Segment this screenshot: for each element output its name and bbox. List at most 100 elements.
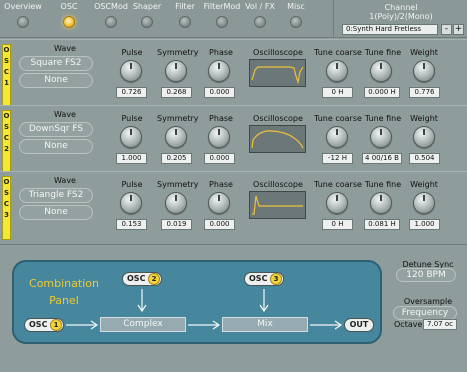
tune-coarse-value[interactable]: 0 H — [322, 87, 353, 98]
tune-fine-knob[interactable] — [370, 192, 392, 214]
pulse-knob[interactable] — [120, 192, 142, 214]
tune-coarse-value[interactable]: -12 H — [322, 153, 353, 164]
tune-coarse-knob[interactable] — [326, 60, 348, 82]
pulse-knob[interactable] — [120, 60, 142, 82]
wave-label: Wave — [54, 110, 76, 119]
wave-selector[interactable]: Triangle FS2 — [19, 188, 93, 203]
osc2-node[interactable]: OSC 2 — [122, 272, 162, 286]
combination-title-line2: Panel — [49, 294, 79, 307]
weight-knob[interactable] — [413, 192, 435, 214]
phase-knob[interactable] — [208, 192, 230, 214]
wave2-selector[interactable]: None — [19, 139, 93, 154]
phase-knob[interactable] — [208, 126, 230, 148]
osc2-panel: O S C 2 Wave DownSqr FS None Pulse 1.000… — [0, 105, 467, 179]
oscilloscope-label: Oscilloscope — [253, 48, 303, 57]
channel-title-line2: 1(Poly)/2(Mono) — [369, 12, 433, 21]
tab-led-active[interactable] — [63, 16, 75, 28]
weight-knob[interactable] — [413, 126, 435, 148]
osc1-tag: O S C 1 — [2, 44, 11, 108]
symmetry-value[interactable]: 0.205 — [161, 153, 192, 164]
osc-tag-char: O — [3, 112, 10, 120]
tab-label: Overview — [4, 2, 42, 11]
combination-title-line1: Combination — [29, 277, 99, 290]
symmetry-knob[interactable] — [165, 60, 187, 82]
wave2-selector[interactable]: None — [19, 205, 93, 220]
preset-minus-button[interactable]: - — [441, 24, 452, 35]
tune-coarse-knob[interactable] — [326, 192, 348, 214]
tune-coarse-label: Tune coarse — [314, 114, 362, 123]
symmetry-knob[interactable] — [165, 126, 187, 148]
symmetry-label: Symmetry — [157, 180, 199, 189]
preset-plus-button[interactable]: + — [453, 24, 464, 35]
pulse-value[interactable]: 0.726 — [116, 87, 147, 98]
tune-fine-knob[interactable] — [370, 60, 392, 82]
oscilloscope-label: Oscilloscope — [253, 114, 303, 123]
tune-coarse-knob[interactable] — [326, 126, 348, 148]
osc1-panel: O S C 1 Wave Square FS2 None Pulse 0.726… — [0, 39, 467, 113]
osc3-node-number: 3 — [270, 273, 282, 285]
oversample-label: Oversample — [403, 297, 453, 306]
channel-box: Channel 1(Poly)/2(Mono) 0:Synth Hard Fre… — [333, 0, 467, 38]
symmetry-value[interactable]: 0.019 — [161, 219, 192, 230]
osc3-node[interactable]: OSC 3 — [244, 272, 284, 286]
detune-sync-selector[interactable]: 120 BPM — [396, 268, 456, 282]
phase-value[interactable]: 0.000 — [204, 219, 235, 230]
pulse-knob[interactable] — [120, 126, 142, 148]
preset-selector[interactable]: 0:Synth Hard Fretless — [342, 24, 438, 35]
tab-misc[interactable]: Misc — [273, 0, 319, 28]
tune-fine-value[interactable]: 0.081 H — [364, 219, 400, 230]
tune-fine-value[interactable]: 4 00/16 B — [362, 153, 402, 164]
phase-value[interactable]: 0.000 — [204, 87, 235, 98]
octave-label: Octave — [394, 320, 423, 329]
osc1-node-label: OSC — [29, 320, 48, 329]
wave-selector[interactable]: Square FS2 — [19, 56, 93, 71]
wave2-selector[interactable]: None — [19, 73, 93, 88]
tab-led[interactable] — [17, 16, 29, 28]
tab-led[interactable] — [179, 16, 191, 28]
osc-tag-char: C — [3, 200, 10, 208]
weight-label: Weight — [410, 114, 438, 123]
channel-title: Channel 1(Poly)/2(Mono) — [334, 3, 467, 21]
weight-value[interactable]: 0.776 — [409, 87, 440, 98]
tune-coarse-value[interactable]: 0 H — [322, 219, 353, 230]
osc3-panel: O S C 3 Wave Triangle FS2 None Pulse 0.1… — [0, 171, 467, 245]
mix-block[interactable]: Mix — [222, 317, 308, 332]
tab-osc[interactable]: OSC — [46, 0, 92, 28]
osc-tag-char: C — [3, 68, 10, 76]
symmetry-label: Symmetry — [157, 48, 199, 57]
phase-knob[interactable] — [208, 60, 230, 82]
tune-fine-knob[interactable] — [370, 126, 392, 148]
pulse-value[interactable]: 1.000 — [116, 153, 147, 164]
tune-coarse-label: Tune coarse — [314, 180, 362, 189]
tab-led[interactable] — [141, 16, 153, 28]
osc1-node[interactable]: OSC 1 — [24, 318, 64, 332]
out-node: OUT — [344, 318, 374, 332]
oversample-selector[interactable]: Frequency — [393, 306, 457, 320]
weight-knob[interactable] — [413, 60, 435, 82]
pulse-label: Pulse — [121, 180, 143, 189]
phase-value[interactable]: 0.000 — [204, 153, 235, 164]
octave-value[interactable]: 7.07 oc — [423, 319, 457, 330]
tune-fine-label: Tune fine — [364, 180, 402, 189]
phase-label: Phase — [209, 180, 233, 189]
tab-label: OSC — [60, 2, 78, 11]
tab-overview[interactable]: Overview — [0, 0, 46, 28]
weight-value[interactable]: 0.504 — [409, 153, 440, 164]
tab-led[interactable] — [105, 16, 117, 28]
tune-fine-value[interactable]: 0.000 H — [364, 87, 400, 98]
osc-tag-char: O — [3, 46, 10, 54]
oscilloscope-display — [249, 59, 306, 87]
osc2-tag: O S C 2 — [2, 110, 11, 174]
symmetry-value[interactable]: 0.268 — [161, 87, 192, 98]
symmetry-knob[interactable] — [165, 192, 187, 214]
tune-coarse-label: Tune coarse — [314, 48, 362, 57]
oscilloscope-label: Oscilloscope — [253, 180, 303, 189]
tab-led[interactable] — [290, 16, 302, 28]
pulse-value[interactable]: 0.153 — [116, 219, 147, 230]
wave-selector[interactable]: DownSqr FS — [19, 122, 93, 137]
tab-led[interactable] — [254, 16, 266, 28]
weight-value[interactable]: 1.000 — [409, 219, 440, 230]
tab-led[interactable] — [216, 16, 228, 28]
complex-block[interactable]: Complex — [100, 317, 186, 332]
tune-fine-label: Tune fine — [364, 48, 402, 57]
